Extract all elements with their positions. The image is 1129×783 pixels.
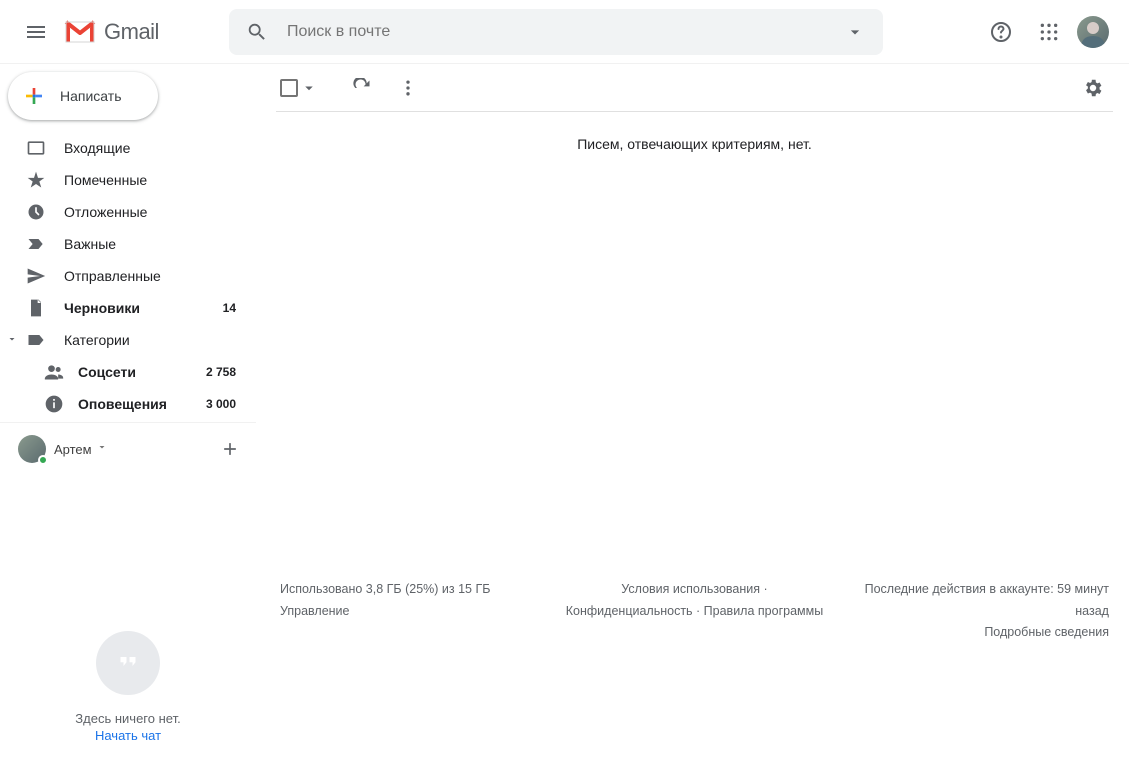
main-panel: Писем, отвечающих критериям, нет. Исполь… xyxy=(256,64,1129,783)
storage-manage-link[interactable]: Управление xyxy=(280,601,556,622)
search-button[interactable] xyxy=(237,12,277,52)
apps-button[interactable] xyxy=(1029,12,1069,52)
sidebar-item-social[interactable]: Соцсети 2 758 xyxy=(0,356,248,388)
hangouts-avatar xyxy=(18,435,46,463)
program-rules-link[interactable]: Правила программы xyxy=(704,604,824,618)
plus-icon xyxy=(220,439,240,459)
more-vert-icon xyxy=(398,78,418,98)
sidebar-item-drafts[interactable]: Черновики 14 xyxy=(0,292,248,324)
header: Gmail xyxy=(0,0,1129,64)
storage-text: Использовано 3,8 ГБ (25%) из 15 ГБ xyxy=(280,579,556,600)
toolbar xyxy=(276,64,1113,112)
clock-icon xyxy=(26,202,46,222)
footer: Использовано 3,8 ГБ (25%) из 15 ГБ Управ… xyxy=(276,567,1113,783)
activity-text: Последние действия в аккаунте: 59 минут … xyxy=(833,579,1109,622)
hamburger-icon xyxy=(24,20,48,44)
inbox-icon xyxy=(26,138,46,158)
settings-button[interactable] xyxy=(1073,68,1113,108)
sidebar-item-label: Входящие xyxy=(64,140,236,156)
sidebar-item-label: Категории xyxy=(64,332,236,348)
sidebar-item-important[interactable]: Важные xyxy=(0,228,248,260)
empty-message: Писем, отвечающих критериям, нет. xyxy=(276,112,1113,176)
search-box[interactable] xyxy=(229,9,883,55)
label-icon xyxy=(26,330,46,350)
info-icon xyxy=(44,394,64,414)
sidebar-item-updates[interactable]: Оповещения 3 000 xyxy=(0,388,248,420)
body: Написать Входящие Помеченные Отложенные … xyxy=(0,64,1129,783)
refresh-button[interactable] xyxy=(342,68,382,108)
hangouts-empty: Здесь ничего нет. Начать чат xyxy=(0,467,256,783)
account-avatar[interactable] xyxy=(1077,16,1109,48)
gmail-m-icon xyxy=(64,20,96,44)
hangouts-panel: Артем xyxy=(0,422,256,467)
hangouts-start-chat-link[interactable]: Начать чат xyxy=(95,728,161,743)
sidebar-item-count: 14 xyxy=(223,301,236,315)
sidebar-item-inbox[interactable]: Входящие xyxy=(0,132,248,164)
search-icon xyxy=(246,21,268,43)
people-icon xyxy=(44,362,64,382)
sidebar-item-label: Отложенные xyxy=(64,204,236,220)
send-icon xyxy=(26,266,46,286)
caret-down-icon xyxy=(300,79,318,97)
sidebar-item-sent[interactable]: Отправленные xyxy=(0,260,248,292)
hangouts-empty-text: Здесь ничего нет. xyxy=(75,711,180,726)
gear-icon xyxy=(1082,77,1104,99)
more-button[interactable] xyxy=(388,68,428,108)
sidebar-item-snoozed[interactable]: Отложенные xyxy=(0,196,248,228)
sidebar-item-label: Соцсети xyxy=(78,364,206,380)
caret-down-icon xyxy=(845,22,865,42)
sidebar-item-label: Важные xyxy=(64,236,236,252)
sidebar-item-count: 3 000 xyxy=(206,397,236,411)
header-actions xyxy=(981,12,1121,52)
status-dot-icon xyxy=(38,455,48,465)
sidebar-item-label: Отправленные xyxy=(64,268,236,284)
privacy-link[interactable]: Конфиденциальность xyxy=(566,604,693,618)
search-options-button[interactable] xyxy=(835,12,875,52)
refresh-icon xyxy=(352,78,372,98)
compose-button[interactable]: Написать xyxy=(8,72,158,120)
select-all-checkbox[interactable] xyxy=(280,79,318,97)
hangouts-username: Артем xyxy=(54,442,92,457)
sidebar-item-label: Черновики xyxy=(64,300,223,316)
gmail-logo[interactable]: Gmail xyxy=(64,19,159,45)
hangouts-add-button[interactable] xyxy=(216,435,244,463)
sidebar-item-label: Оповещения xyxy=(78,396,206,412)
sidebar-item-starred[interactable]: Помеченные xyxy=(0,164,248,196)
draft-icon xyxy=(26,298,46,318)
search-input[interactable] xyxy=(287,23,835,41)
hangouts-user[interactable]: Артем xyxy=(18,431,244,467)
hangouts-bubble-icon xyxy=(96,631,160,695)
help-icon xyxy=(989,20,1013,44)
compose-label: Написать xyxy=(60,88,121,104)
main-menu-button[interactable] xyxy=(12,8,60,56)
important-icon xyxy=(26,234,46,254)
support-button[interactable] xyxy=(981,12,1021,52)
sidebar-item-count: 2 758 xyxy=(206,365,236,379)
gmail-logo-text: Gmail xyxy=(104,19,159,45)
star-icon xyxy=(26,170,46,190)
checkbox-icon xyxy=(280,79,298,97)
caret-down-icon xyxy=(96,441,108,453)
avatar-icon xyxy=(1077,16,1109,48)
sidebar: Написать Входящие Помеченные Отложенные … xyxy=(0,64,256,783)
caret-down-icon xyxy=(6,333,18,345)
terms-link[interactable]: Условия использования xyxy=(621,582,760,596)
details-link[interactable]: Подробные сведения xyxy=(833,622,1109,643)
plus-icon xyxy=(22,84,46,108)
sidebar-item-label: Помеченные xyxy=(64,172,236,188)
sidebar-item-categories[interactable]: Категории xyxy=(0,324,248,356)
apps-grid-icon xyxy=(1039,22,1059,42)
